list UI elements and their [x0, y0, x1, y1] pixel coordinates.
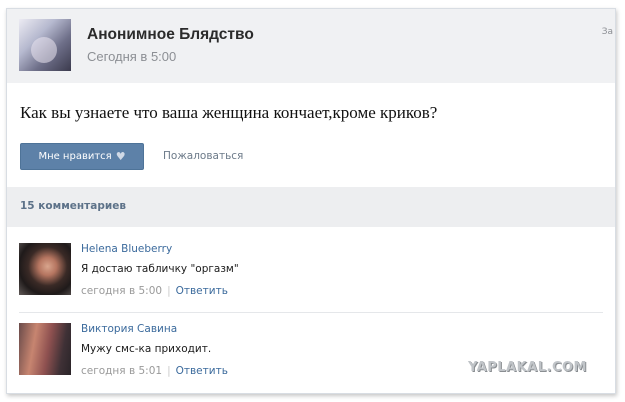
heart-icon: ♥	[115, 150, 126, 163]
comment-divider	[19, 312, 603, 313]
post-author[interactable]: Анонимное Блядство	[87, 26, 254, 44]
meta-separator: |	[167, 365, 171, 377]
like-label: Мне нравится	[38, 151, 112, 162]
reply-link[interactable]: Ответить	[176, 285, 228, 297]
commenter-avatar[interactable]	[19, 243, 71, 295]
community-avatar[interactable]	[19, 19, 71, 71]
post-time[interactable]: Сегодня в 5:00	[87, 49, 176, 64]
comment-item: Helena Blueberry Я достаю табличку "орга…	[7, 237, 615, 311]
comment-meta: сегодня в 5:01 | Ответить	[81, 365, 228, 377]
comments-header-bar[interactable]: 15 комментариев	[7, 187, 615, 227]
comment-author[interactable]: Helena Blueberry	[81, 243, 172, 255]
report-link[interactable]: Пожаловаться	[163, 150, 243, 162]
comment-time[interactable]: сегодня в 5:01	[81, 365, 162, 377]
comment-item: Виктория Савина Мужу смс-ка приходит. се…	[7, 317, 615, 391]
post-header: Анонимное Блядство Сегодня в 5:00 За	[7, 9, 615, 83]
header-corner-text[interactable]: За	[602, 27, 613, 37]
commenter-avatar[interactable]	[19, 323, 71, 375]
comment-meta: сегодня в 5:00 | Ответить	[81, 285, 228, 297]
like-button[interactable]: Мне нравится ♥	[20, 143, 144, 170]
comments-count[interactable]: 15 комментариев	[20, 200, 126, 212]
post-card: Анонимное Блядство Сегодня в 5:00 За Как…	[6, 8, 616, 394]
meta-separator: |	[167, 285, 171, 297]
comment-text: Мужу смс-ка приходит.	[81, 343, 212, 355]
comment-author[interactable]: Виктория Савина	[81, 323, 177, 335]
post-text: Как вы узнаете что ваша женщина кончает,…	[20, 103, 438, 122]
site-watermark: YAPLAKAL.COM	[468, 360, 587, 375]
comment-time[interactable]: сегодня в 5:00	[81, 285, 162, 297]
reply-link[interactable]: Ответить	[176, 365, 228, 377]
comment-text: Я достаю табличку "оргазм"	[81, 263, 239, 275]
